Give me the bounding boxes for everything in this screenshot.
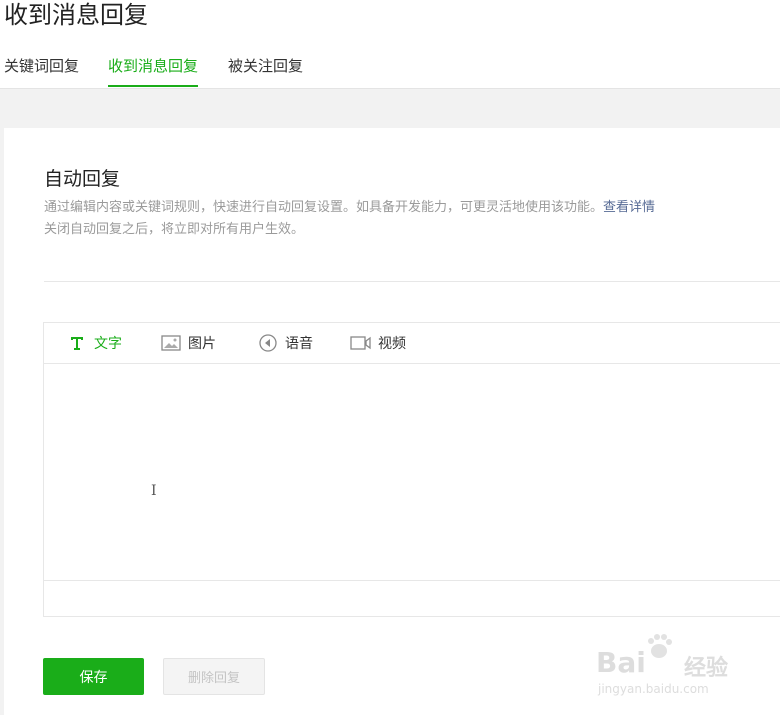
text-cursor-icon: I — [151, 483, 157, 499]
baidu-watermark: Bai 经验 jingyan.baidu.com — [596, 632, 746, 702]
section-title: 自动回复 — [44, 168, 121, 190]
tool-video-label: 视频 — [378, 336, 406, 352]
watermark-url: jingyan.baidu.com — [598, 682, 709, 696]
tool-audio[interactable]: 语音 — [257, 323, 313, 363]
video-icon — [350, 334, 372, 352]
tool-image[interactable]: 图片 — [160, 323, 216, 363]
watermark-logo: Bai — [596, 646, 646, 679]
tab-message-reply[interactable]: 收到消息回复 — [108, 54, 199, 87]
save-button[interactable]: 保存 — [43, 658, 144, 695]
reply-editor: 文字 图片 语音 视频 I — [43, 322, 780, 617]
tool-video[interactable]: 视频 — [350, 323, 406, 363]
tab-keyword-reply[interactable]: 关键词回复 — [4, 54, 79, 78]
audio-icon — [257, 334, 279, 352]
tool-image-label: 图片 — [188, 336, 216, 352]
reply-text-area[interactable] — [44, 363, 780, 581]
tab-follow-reply[interactable]: 被关注回复 — [228, 54, 303, 78]
delete-reply-button: 删除回复 — [163, 658, 265, 695]
divider — [44, 281, 780, 282]
tool-text-label: 文字 — [94, 336, 122, 352]
image-icon — [160, 334, 182, 352]
text-icon — [66, 334, 88, 352]
page-header: 收到消息回复 关键词回复 收到消息回复 被关注回复 — [0, 0, 780, 89]
section-note: 关闭自动回复之后，将立即对所有用户生效。 — [44, 222, 305, 237]
page-title: 收到消息回复 — [4, 1, 148, 29]
details-link[interactable]: 查看详情 — [603, 200, 655, 215]
watermark-logo-suffix: 经验 — [684, 656, 729, 681]
editor-footer — [44, 580, 780, 617]
tool-text[interactable]: 文字 — [66, 323, 122, 363]
auto-reply-panel: 自动回复 通过编辑内容或关键词规则，快速进行自动回复设置。如具备开发能力，可更灵… — [4, 128, 780, 715]
description-text: 通过编辑内容或关键词规则，快速进行自动回复设置。如具备开发能力，可更灵活地使用该… — [44, 200, 604, 215]
editor-toolbar: 文字 图片 语音 视频 — [44, 323, 780, 364]
paw-logo-icon — [648, 634, 672, 658]
tool-audio-label: 语音 — [285, 336, 313, 352]
section-description: 通过编辑内容或关键词规则，快速进行自动回复设置。如具备开发能力，可更灵活地使用该… — [44, 199, 655, 217]
